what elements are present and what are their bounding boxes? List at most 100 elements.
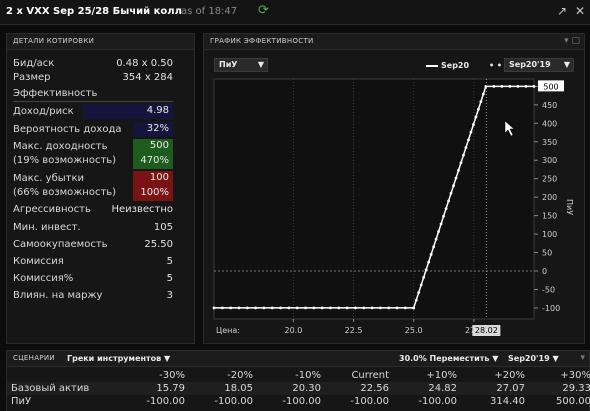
series-point <box>434 237 438 241</box>
table-cell: 15.79 <box>156 383 185 394</box>
table-cell: -100.00 <box>350 396 389 407</box>
table-cell: 500.00 <box>556 396 590 407</box>
max-loss-row: Макс. убытки (66% возможность) 100 100% <box>13 171 173 201</box>
breakeven-row: Самоокупаемость 25.50 <box>13 237 173 253</box>
scenarios-panel-title: СЦЕНАРИИ <box>13 354 55 362</box>
max-return-label: Макс. доходность <box>13 141 108 152</box>
series-point <box>245 306 249 310</box>
title-bar: 2 x VXX Sep 25/28 Бычий колл as of 18:47… <box>0 0 590 25</box>
column-header: Current <box>351 370 389 381</box>
series-point <box>444 207 448 211</box>
series-point <box>262 306 266 310</box>
table-cell: -100.00 <box>282 396 321 407</box>
max-loss-value: 100 <box>133 171 173 186</box>
y-tick-label: 150 <box>542 212 557 221</box>
min-invest-row: Мин. инвест. 105 <box>13 220 173 236</box>
table-cell: 20.30 <box>292 383 321 394</box>
commission-row: Комиссия 5 <box>13 254 173 270</box>
series-point <box>524 84 528 88</box>
refresh-icon[interactable]: ⟳ <box>258 4 272 18</box>
quote-panel-title: ДЕТАЛИ КОТИРОВКИ <box>13 37 95 45</box>
series-point <box>464 146 468 149</box>
shift-dropdown-label: 30.0% Переместить <box>399 354 490 363</box>
series-point <box>432 245 436 249</box>
shift-dropdown[interactable]: 30.0% Переместить ▼ <box>399 354 498 363</box>
series-point <box>370 306 374 310</box>
current-value-label: 500 <box>543 82 558 91</box>
max-loss-sub: (66% возможность) <box>13 187 117 198</box>
y-tick-label: -100 <box>542 304 560 313</box>
max-return-pct: 470% <box>133 154 173 169</box>
y-tick-label: 250 <box>542 175 557 184</box>
max-return-value: 500 <box>133 139 173 154</box>
min-invest-label: Мин. инвест. <box>13 222 81 233</box>
series-point <box>320 306 324 310</box>
table-row: ПиУ -100.00 -100.00 -100.00 -100.00 -100.00 31… <box>7 395 590 408</box>
column-header: -30% <box>159 370 185 381</box>
return-risk-label: Доход/риск <box>13 106 74 117</box>
series-point <box>427 260 431 264</box>
chevron-down-icon: ▼ <box>552 354 559 363</box>
scenarios-menu-icon[interactable]: ▾ <box>580 353 585 363</box>
y-tick-label: 450 <box>542 101 557 110</box>
column-header: -20% <box>227 370 253 381</box>
series-point <box>532 84 536 88</box>
size-row: Размер 354 x 284 <box>13 70 173 86</box>
pnl-chart[interactable]: 500450400350300250200150100500-50-100ПиУ… <box>204 34 584 343</box>
series-point <box>237 306 241 310</box>
table-row: Базовый актив 15.79 18.05 20.30 22.56 24.82 27… <box>7 382 590 395</box>
bid-ask-value: 0.48 x 0.50 <box>116 58 173 69</box>
quote-details-panel: ДЕТАЛИ КОТИРОВКИ Бид/аск 0.48 x 0.50 Раз… <box>6 33 195 344</box>
table-cell: 27.07 <box>496 383 525 394</box>
series-point <box>312 306 316 310</box>
series-point <box>254 306 258 310</box>
series-point <box>481 92 485 96</box>
series-point <box>449 191 453 195</box>
series-point <box>354 306 357 310</box>
return-risk-value: 4.98 <box>83 104 173 119</box>
table-cell: 24.82 <box>428 383 457 394</box>
series-point <box>304 306 307 310</box>
series-point <box>424 268 428 272</box>
as-of-timestamp: as of 18:47 <box>181 6 238 17</box>
row-label: Базовый актив <box>11 383 90 394</box>
max-return-sub: (19% возможность) <box>13 155 117 166</box>
series-point <box>508 84 512 88</box>
table-cell: 314.40 <box>490 396 525 407</box>
commission-pct-label: Комиссия% <box>13 273 74 284</box>
table-cell: 29.33 <box>562 383 590 394</box>
y-tick-label: 0 <box>542 267 547 276</box>
series-point <box>454 176 458 180</box>
scenario-expiry-dropdown[interactable]: Sep20'19 ▼ <box>508 354 559 363</box>
efficiency-row: Эффективность <box>13 86 173 102</box>
series-point <box>329 306 332 310</box>
series-point <box>452 184 455 188</box>
margin-value: 3 <box>166 290 173 301</box>
close-icon[interactable]: ✕ <box>573 4 587 18</box>
series-point <box>379 306 382 310</box>
row-label: ПиУ <box>11 396 32 407</box>
chevron-down-icon: ▼ <box>164 354 171 363</box>
size-value: 354 x 284 <box>122 72 173 83</box>
column-header: +30% <box>560 370 590 381</box>
column-header: +20% <box>494 370 525 381</box>
x-axis-label: Цена: <box>216 326 240 335</box>
popout-icon[interactable]: ↗ <box>555 4 569 18</box>
y-tick-label: -50 <box>542 285 555 294</box>
series-point <box>417 291 421 295</box>
series-point <box>462 153 465 157</box>
series-point <box>442 214 445 218</box>
commission-value: 5 <box>166 256 173 267</box>
column-header: +10% <box>426 370 457 381</box>
series-point <box>387 306 391 310</box>
max-return-row: Макс. доходность (19% возможность) 500 4… <box>13 139 173 169</box>
window-title: 2 x VXX Sep 25/28 Бычий колл <box>6 6 182 17</box>
table-cell: -100.00 <box>418 396 457 407</box>
instrument-greeks-dropdown[interactable]: Греки инструментов ▼ <box>67 354 170 363</box>
column-header: -10% <box>295 370 321 381</box>
series-point <box>414 298 418 302</box>
series-point <box>437 230 440 233</box>
series-point <box>447 199 450 203</box>
series-point <box>467 138 470 142</box>
aggressiveness-row: Агрессивность Неизвестно <box>13 202 173 218</box>
